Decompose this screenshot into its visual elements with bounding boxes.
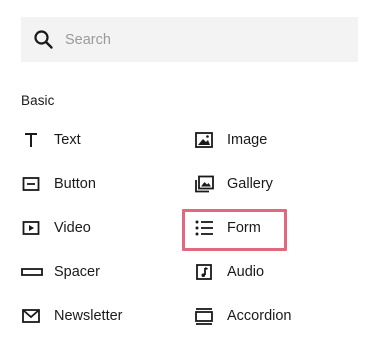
audio-icon	[196, 264, 212, 280]
block-label: Accordion	[227, 308, 292, 324]
form-highlight-box	[182, 209, 287, 251]
search-icon	[34, 30, 53, 49]
accordion-icon	[195, 308, 213, 325]
block-label: Video	[54, 220, 91, 236]
search-bar[interactable]	[21, 17, 358, 62]
block-label: Spacer	[54, 264, 100, 280]
newsletter-icon	[22, 309, 40, 323]
text-icon	[25, 133, 37, 147]
section-label-basic: Basic	[21, 93, 55, 108]
spacer-icon	[21, 268, 43, 276]
block-label: Gallery	[227, 176, 273, 192]
block-label: Image	[227, 132, 268, 148]
block-label: Text	[54, 132, 81, 148]
search-input[interactable]	[65, 17, 345, 62]
block-label: Newsletter	[54, 308, 123, 324]
block-label: Button	[54, 176, 96, 192]
block-label: Audio	[227, 264, 265, 280]
image-icon	[195, 132, 213, 148]
gallery-icon	[195, 175, 214, 193]
video-icon	[22, 221, 40, 235]
button-icon	[22, 177, 40, 191]
